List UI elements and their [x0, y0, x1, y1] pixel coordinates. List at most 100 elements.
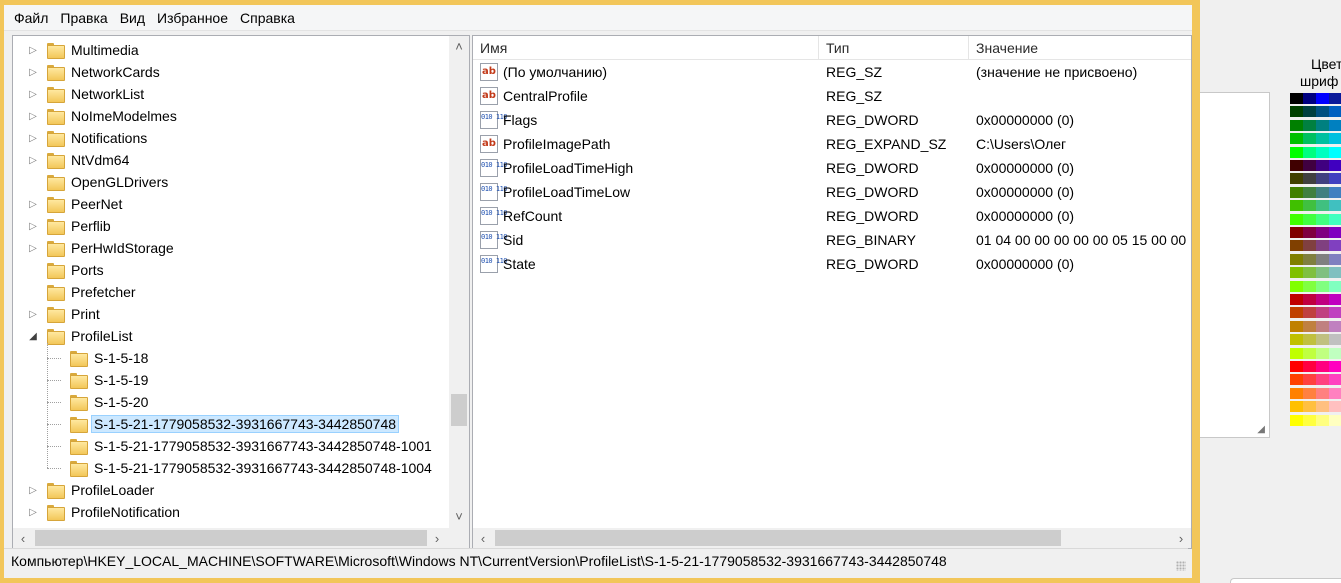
tree-item[interactable]: S-1-5-21-1779058532-3931667743-344285074…: [50, 435, 435, 457]
value-row[interactable]: 010 110 ProfileLoadTimeHigh REG_DWORD 0x000…: [473, 156, 1191, 180]
collapse-arrow-icon[interactable]: ◢: [27, 325, 39, 347]
scroll-down-arrow-icon[interactable]: ˅: [449, 506, 469, 526]
color-swatch[interactable]: [1329, 106, 1341, 118]
color-swatch[interactable]: [1329, 119, 1341, 131]
expand-arrow-icon[interactable]: ▷: [27, 193, 39, 215]
color-swatch[interactable]: [1329, 173, 1341, 185]
tree-item[interactable]: Ports: [27, 259, 107, 281]
tree-item[interactable]: S-1-5-21-1779058532-3931667743-344285074…: [50, 413, 400, 435]
scroll-up-arrow-icon[interactable]: ˄: [449, 36, 469, 56]
color-swatch[interactable]: [1329, 227, 1341, 238]
tree-item[interactable]: ▷ NetworkList: [27, 83, 147, 105]
color-swatch[interactable]: [1329, 294, 1341, 305]
color-swatch[interactable]: [1329, 280, 1341, 292]
tree-horizontal-scrollbar[interactable]: ‹ ›: [13, 528, 449, 548]
scroll-left-arrow-icon[interactable]: ‹: [473, 528, 493, 548]
color-swatch[interactable]: [1329, 146, 1341, 158]
value-row[interactable]: ab CentralProfile REG_SZ: [473, 84, 1191, 108]
value-row[interactable]: ab ProfileImagePath REG_EXPAND_SZ C:\Users\…: [473, 132, 1191, 156]
color-swatch[interactable]: [1329, 361, 1341, 372]
values-horizontal-scrollbar[interactable]: ‹ ›: [473, 528, 1191, 548]
color-swatch[interactable]: [1329, 267, 1341, 279]
color-swatch[interactable]: [1329, 334, 1341, 346]
value-row[interactable]: 010 110 State REG_DWORD 0x00000000 (0): [473, 252, 1191, 276]
tree-item[interactable]: Prefetcher: [27, 281, 139, 303]
tree-vertical-scrollbar[interactable]: ˄ ˅: [449, 36, 469, 528]
expand-arrow-icon[interactable]: ▷: [27, 479, 39, 501]
folder-icon: [47, 307, 65, 323]
tree-item[interactable]: ▷ Notifications: [27, 127, 150, 149]
values-list-pane[interactable]: Имя Тип Значение ab (По умолчанию) REG_SZ (…: [472, 35, 1192, 549]
menu-help[interactable]: Справка: [234, 8, 301, 28]
tree-item[interactable]: ▷ PeerNet: [27, 193, 125, 215]
expand-arrow-icon[interactable]: ▷: [27, 237, 39, 259]
value-data: 01 04 00 00 00 00 00 05 15 00 00: [976, 232, 1187, 248]
expand-arrow-icon[interactable]: ▷: [27, 149, 39, 171]
value-row[interactable]: 010 110 RefCount REG_DWORD 0x00000000 (0): [473, 204, 1191, 228]
tree-item-label: S-1-5-21-1779058532-3931667743-344285074…: [91, 415, 400, 433]
tree-item[interactable]: S-1-5-18: [50, 347, 151, 369]
value-row[interactable]: ab (По умолчанию) REG_SZ (значение не присв…: [473, 60, 1191, 84]
expand-arrow-icon[interactable]: ▷: [27, 105, 39, 127]
color-swatch[interactable]: [1329, 320, 1341, 332]
key-tree-pane[interactable]: ▷ Multimedia ▷ NetworkCards ▷ NetworkList ▷ NoI…: [12, 35, 470, 549]
color-swatch[interactable]: [1329, 160, 1341, 171]
tree-item[interactable]: ▷ Perflib: [27, 215, 114, 237]
color-swatch[interactable]: [1329, 186, 1341, 198]
tree-item[interactable]: S-1-5-21-1779058532-3931667743-344285074…: [50, 457, 435, 479]
tree-item[interactable]: ▷ ProfileNotification: [27, 501, 183, 523]
color-swatch[interactable]: [1329, 307, 1341, 319]
tree-item[interactable]: ▷ Multimedia: [27, 39, 142, 61]
color-swatch[interactable]: [1329, 200, 1341, 212]
values-horizontal-scroll-thumb[interactable]: [495, 530, 1061, 546]
color-swatch[interactable]: [1329, 414, 1341, 426]
value-row[interactable]: 010 110 Flags REG_DWORD 0x00000000 (0): [473, 108, 1191, 132]
expand-arrow-icon[interactable]: ▷: [27, 39, 39, 61]
tree-item[interactable]: ▷ ProfileLoader: [27, 479, 157, 501]
color-swatch[interactable]: [1329, 387, 1341, 399]
scroll-right-arrow-icon[interactable]: ›: [427, 528, 447, 548]
tree-item[interactable]: ▷ PerHwIdStorage: [27, 237, 177, 259]
menu-view[interactable]: Вид: [114, 8, 151, 28]
value-row[interactable]: 010 110 ProfileLoadTimeLow REG_DWORD 0x0000…: [473, 180, 1191, 204]
tree-item[interactable]: ▷ Print: [27, 303, 103, 325]
tree-item[interactable]: ▷ NetworkCards: [27, 61, 163, 83]
resize-grip-icon[interactable]: ◢: [1257, 424, 1265, 435]
menu-edit[interactable]: Правка: [54, 8, 113, 28]
tree-item[interactable]: OpenGLDrivers: [27, 171, 171, 193]
expand-arrow-icon[interactable]: ▷: [27, 127, 39, 149]
menu-favorites[interactable]: Избранное: [151, 8, 234, 28]
color-swatch[interactable]: [1329, 240, 1341, 252]
color-swatch[interactable]: [1329, 374, 1341, 386]
tree-item[interactable]: S-1-5-20: [50, 391, 151, 413]
tree-horizontal-scroll-thumb[interactable]: [35, 530, 427, 546]
status-path: Компьютер\HKEY_LOCAL_MACHINE\SOFTWARE\Mi…: [11, 553, 947, 569]
expand-arrow-icon[interactable]: ▷: [27, 303, 39, 325]
tree-item[interactable]: ◢ ProfileList: [27, 325, 135, 347]
color-swatch[interactable]: [1329, 133, 1341, 145]
scroll-right-arrow-icon[interactable]: ›: [1171, 528, 1191, 548]
expand-arrow-icon[interactable]: ▷: [27, 83, 39, 105]
color-swatch[interactable]: [1329, 253, 1341, 265]
menu-file[interactable]: Файл: [8, 8, 54, 28]
expand-arrow-icon[interactable]: ▷: [27, 61, 39, 83]
column-data-header[interactable]: Значение: [969, 36, 1191, 60]
value-row[interactable]: 010 110 Sid REG_BINARY 01 04 00 00 00 00 00…: [473, 228, 1191, 252]
tree-vertical-scroll-thumb[interactable]: [451, 394, 467, 426]
scroll-left-arrow-icon[interactable]: ‹: [13, 528, 33, 548]
tree-item-label: Perflib: [71, 218, 111, 234]
color-swatch[interactable]: [1329, 213, 1341, 225]
value-name: RefCount: [503, 208, 563, 224]
tree-item[interactable]: ▷ NoImeModelmes: [27, 105, 180, 127]
column-name-header[interactable]: Имя: [473, 36, 819, 60]
tree-item[interactable]: S-1-5-19: [50, 369, 151, 391]
tree-item[interactable]: ▷ NtVdm64: [27, 149, 132, 171]
color-swatch[interactable]: [1329, 401, 1341, 413]
background-text-area[interactable]: ◢: [1200, 92, 1270, 438]
color-swatch[interactable]: [1329, 93, 1341, 104]
expand-arrow-icon[interactable]: ▷: [27, 501, 39, 523]
resize-grip-icon[interactable]: [1176, 561, 1186, 571]
color-swatch[interactable]: [1329, 347, 1341, 359]
expand-arrow-icon[interactable]: ▷: [27, 215, 39, 237]
column-type-header[interactable]: Тип: [819, 36, 969, 60]
